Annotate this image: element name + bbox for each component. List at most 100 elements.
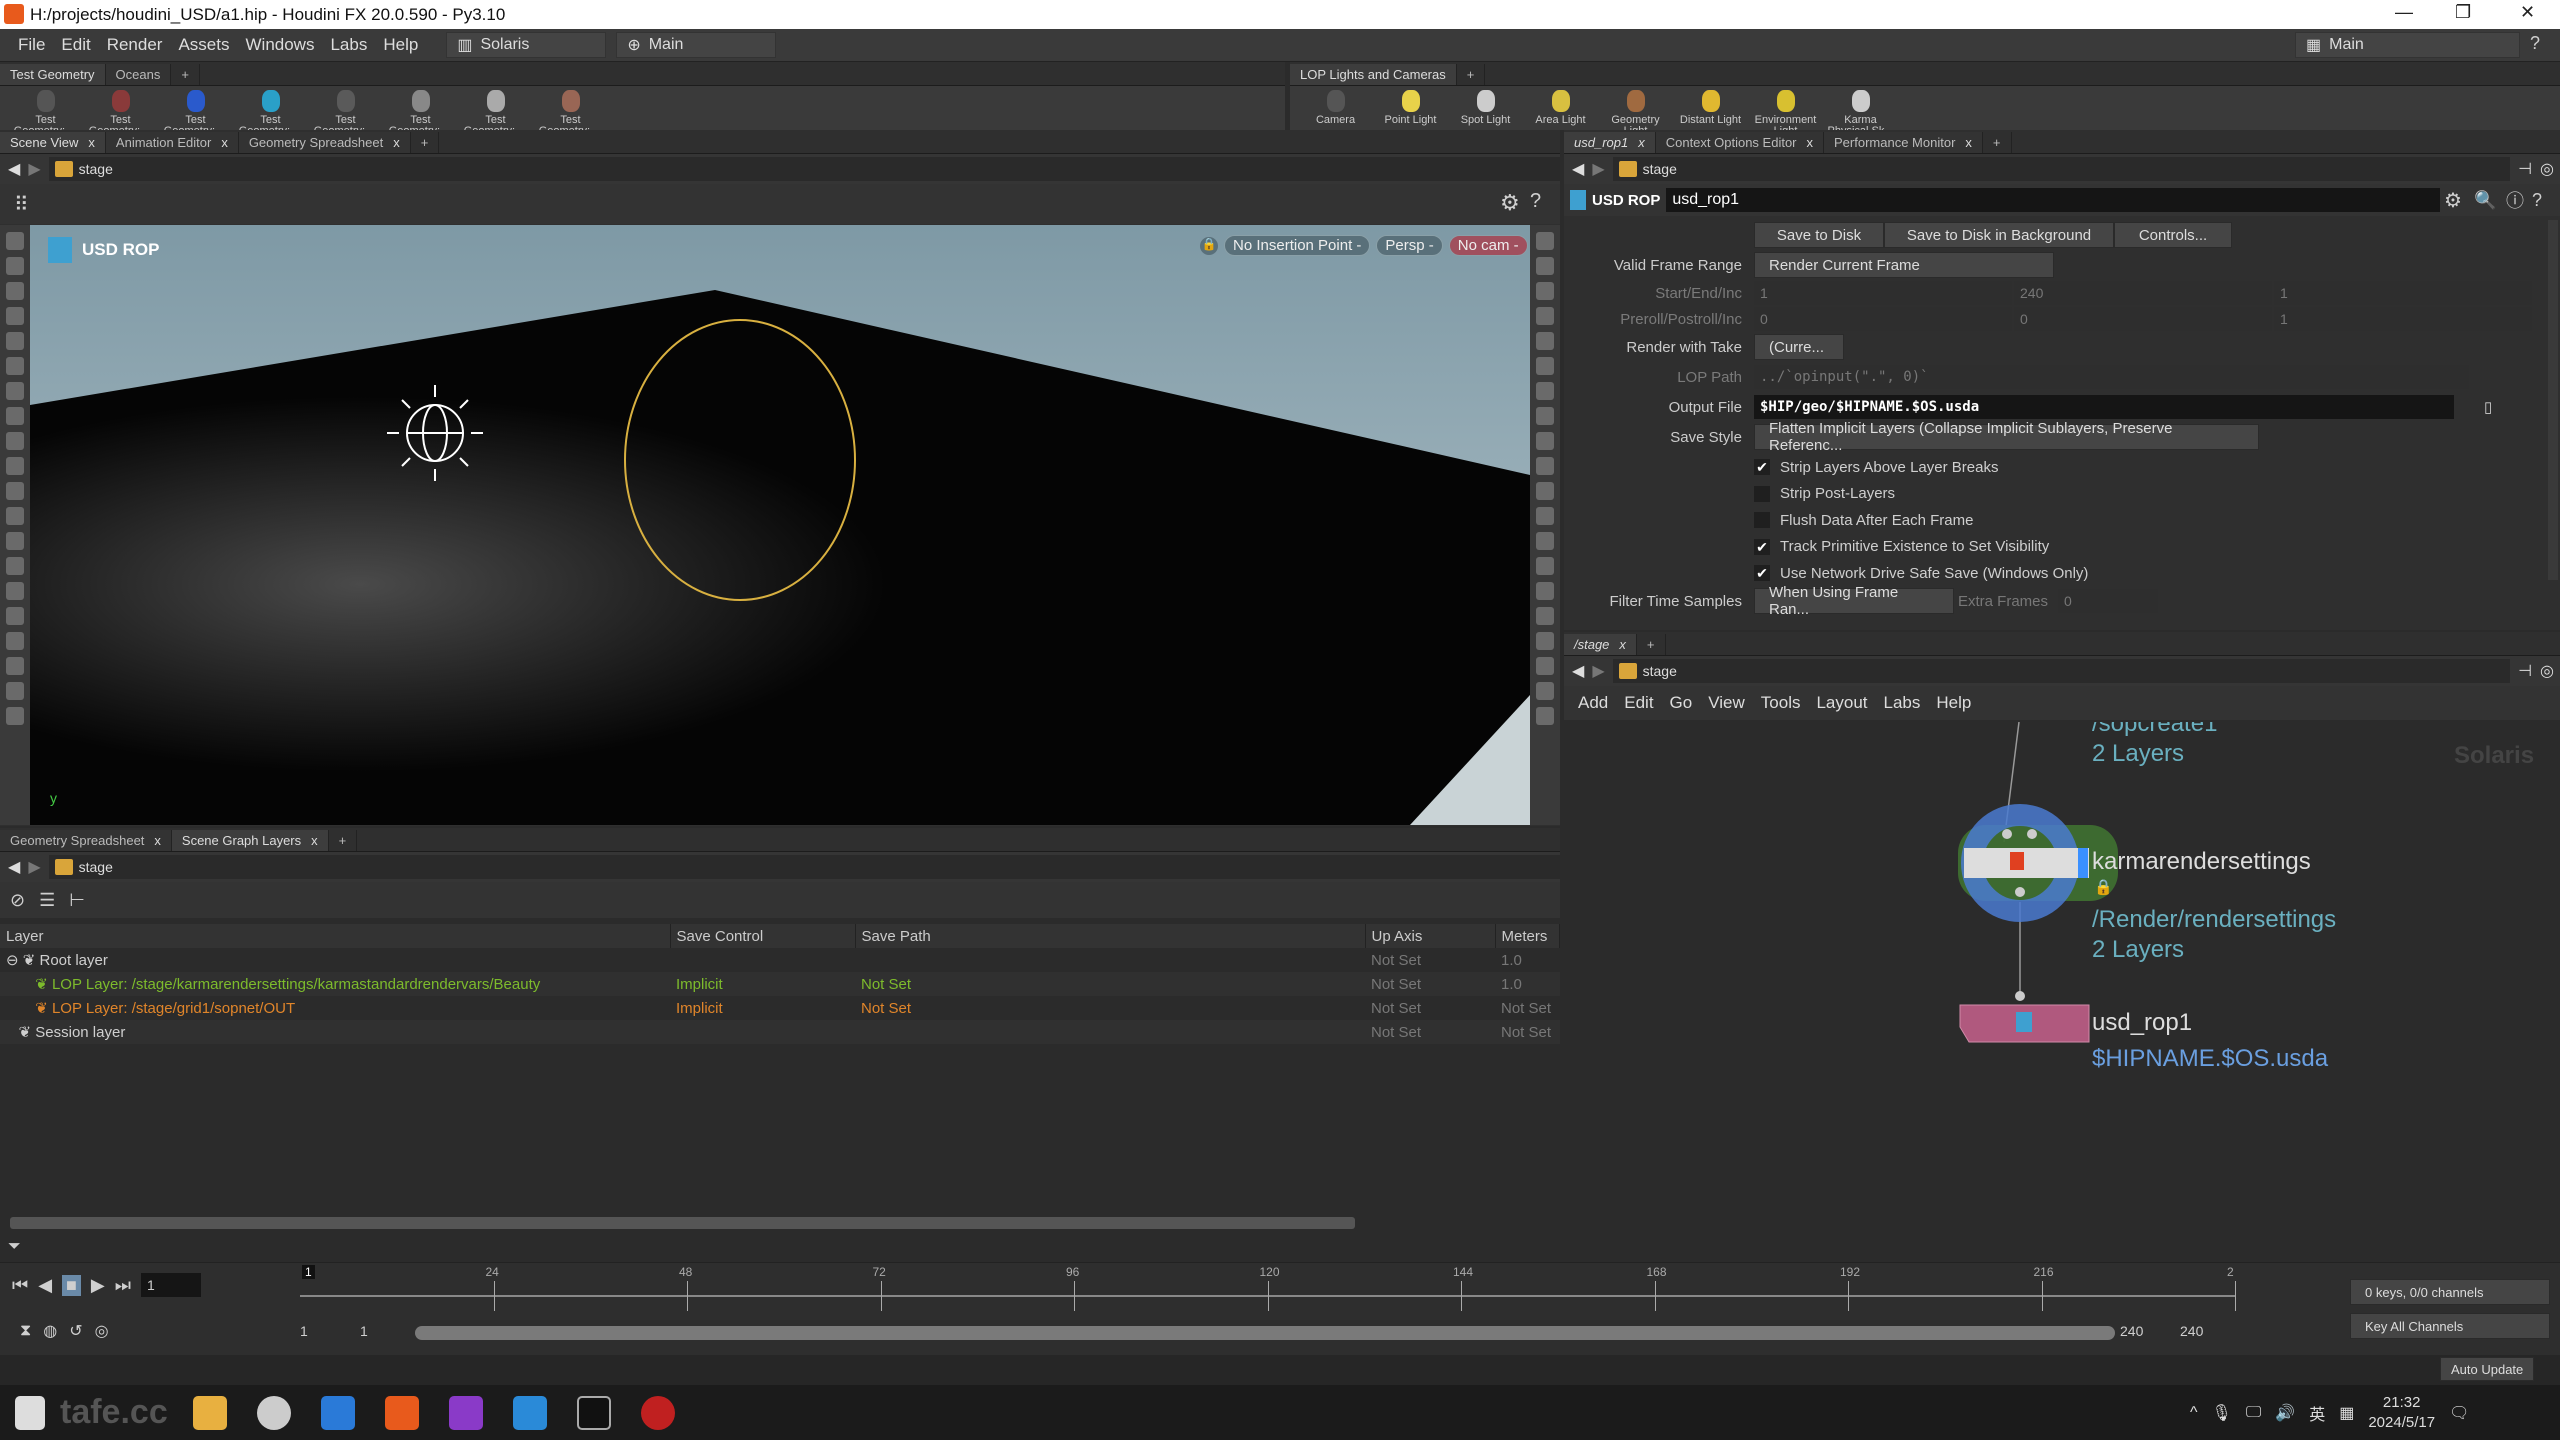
network-canvas[interactable]: Solaris /sopcreate1 2 Layers karmarender… [1564, 722, 2560, 1260]
viewport-tool-icon[interactable] [6, 282, 24, 300]
checkbox-row[interactable]: Flush Data After Each Frame [1564, 507, 2560, 533]
checkbox[interactable] [1754, 512, 1770, 528]
vscode-icon[interactable] [512, 1395, 547, 1430]
menu-file[interactable]: File [18, 35, 45, 55]
desktop-selector[interactable]: ▥ Solaris [446, 32, 607, 58]
shelf-tool[interactable]: Camera [1298, 90, 1373, 126]
tab-scene-view[interactable]: Scene View x [0, 132, 106, 153]
viewport-tool-icon[interactable] [6, 582, 24, 600]
controls-button[interactable]: Controls... [2114, 222, 2232, 248]
insertion-point-menu[interactable]: No Insertion Point - [1224, 235, 1371, 256]
checkbox[interactable] [1754, 485, 1770, 502]
viewport-tool-icon[interactable] [6, 432, 24, 450]
viewport-tool-icon[interactable] [6, 632, 24, 650]
network-menu-labs[interactable]: Labs [1884, 693, 1921, 713]
viewport-tool-icon[interactable] [1536, 382, 1554, 400]
clock-app-icon[interactable] [256, 1395, 291, 1430]
viewport-tool-icon[interactable] [6, 607, 24, 625]
stop-button[interactable]: ■ [62, 1274, 81, 1296]
file-browse-icon[interactable]: ▯ [2484, 398, 2492, 416]
checkbox-row[interactable]: ✔ Use Network Drive Safe Save (Windows On… [1564, 560, 2560, 586]
viewport-tool-icon[interactable] [6, 357, 24, 375]
network-menu-tools[interactable]: Tools [1761, 693, 1801, 713]
keys-channels-button[interactable]: 0 keys, 0/0 channels [2350, 1279, 2550, 1305]
back-icon[interactable]: ◀ [8, 857, 20, 877]
shelf-tool[interactable]: Area Light [1523, 90, 1598, 126]
range-slider[interactable] [415, 1326, 2115, 1340]
viewport-tool-icon[interactable] [6, 382, 24, 400]
add-tab-button[interactable]: + [1637, 634, 1666, 655]
camera-menu[interactable]: No cam - [1448, 235, 1528, 256]
checkbox-row[interactable]: Strip Post-Layers [1564, 481, 2560, 507]
save-to-disk-button[interactable]: Save to Disk [1754, 222, 1884, 248]
lock-icon[interactable]: 🔒 [1200, 236, 1218, 255]
viewport-tool-icon[interactable] [6, 507, 24, 525]
tab-scene-graph-layers[interactable]: Scene Graph Layers x [171, 830, 329, 851]
viewport-tool-icon[interactable] [6, 457, 24, 475]
range-end-field[interactable]: 240 [2120, 1323, 2143, 1339]
audio-icon[interactable]: ◍ [43, 1321, 57, 1341]
viewport-tool-icon[interactable] [1536, 457, 1554, 475]
filter-funnel-icon[interactable]: ⏷ [8, 1238, 21, 1256]
search-icon[interactable]: 🔍 [2474, 190, 2496, 211]
path-field[interactable]: stage [48, 157, 1560, 181]
shelf-tool[interactable]: Point Light [1373, 90, 1448, 126]
viewport-tool-icon[interactable] [1536, 257, 1554, 275]
key-all-channels-button[interactable]: Key All Channels [2350, 1313, 2550, 1339]
column-header-save-path[interactable]: Save Path [855, 924, 1366, 948]
realtime-icon[interactable]: ⧗ [20, 1322, 31, 1340]
viewport-tool-icon[interactable] [6, 332, 24, 350]
shelf-tab-oceans[interactable]: Oceans [105, 64, 172, 85]
info-icon[interactable]: ⓘ [2506, 187, 2524, 213]
column-header-up-axis[interactable]: Up Axis [1365, 924, 1496, 948]
forward-icon[interactable]: ▶ [1592, 661, 1604, 681]
file-explorer-icon[interactable] [192, 1395, 227, 1430]
minimize-button[interactable]: — [2395, 2, 2413, 23]
tab-context-options-editor[interactable]: Context Options Editor x [1655, 132, 1825, 153]
viewport-tool-icon[interactable] [1536, 307, 1554, 325]
terminal-icon[interactable] [576, 1395, 611, 1430]
save-style-menu[interactable]: Flatten Implicit Layers (Collapse Implic… [1754, 420, 2259, 454]
network-menu-layout[interactable]: Layout [1816, 693, 1867, 713]
right-desktop-selector[interactable]: ▦ Main [2295, 32, 2520, 58]
node-name-field[interactable]: usd_rop1 [1666, 188, 2440, 212]
shelf-tool[interactable]: Spot Light [1448, 90, 1523, 126]
viewport-tool-icon[interactable] [1536, 232, 1554, 250]
checkbox[interactable]: ✔ [1754, 538, 1770, 555]
checkbox-row[interactable]: ✔ Track Primitive Existence to Set Visibi… [1564, 534, 2560, 560]
grid-dots-icon[interactable]: ⠿ [14, 192, 29, 217]
viewport-tool-icon[interactable] [6, 257, 24, 275]
valid-frame-range-menu[interactable]: Render Current Frame [1754, 252, 2054, 278]
network-view-selector[interactable]: ⊕ Main [616, 32, 777, 58]
loop-icon[interactable]: ↺ [69, 1321, 82, 1341]
clock[interactable]: 21:32 2024/5/17 [2368, 1393, 2435, 1433]
path-field[interactable]: stage [48, 855, 1560, 879]
forward-icon[interactable]: ▶ [1592, 159, 1604, 179]
add-tab-button[interactable]: + [411, 132, 440, 153]
table-row[interactable]: ❦ LOP Layer: /stage/grid1/sopnet/OUT Impl… [0, 996, 1560, 1020]
horizontal-scrollbar[interactable] [10, 1217, 1355, 1229]
viewport-tool-icon[interactable] [1536, 632, 1554, 650]
viewport[interactable]: USD ROP 🔒 No Insertion Point - Persp - N… [30, 225, 1530, 825]
checkbox[interactable]: ✔ [1754, 565, 1770, 581]
node-label-karmarendersettings[interactable]: karmarendersettings [2092, 848, 2311, 876]
add-tab-button[interactable]: + [1983, 132, 2012, 153]
viewport-tool-icon[interactable] [1536, 557, 1554, 575]
viewport-tool-icon[interactable] [6, 482, 24, 500]
menu-help[interactable]: Help [383, 35, 418, 55]
viewport-tool-icon[interactable] [1536, 332, 1554, 350]
link-icon[interactable]: ◎ [2540, 159, 2554, 179]
menu-edit[interactable]: Edit [61, 35, 90, 55]
add-shelf-tab-button[interactable]: + [1457, 64, 1486, 85]
todo-icon[interactable] [320, 1395, 355, 1430]
volume-icon[interactable]: 🔊 [2275, 1403, 2295, 1423]
node-label-usd-rop1[interactable]: usd_rop1 [2092, 1009, 2192, 1037]
tray-chevron-icon[interactable]: ^ [2190, 1404, 2198, 1422]
link-icon[interactable]: ◎ [2540, 661, 2554, 681]
table-row[interactable]: ❦ Session layer Not Set Not Set [0, 1020, 1560, 1044]
pin-icon[interactable]: ⊣ [2518, 661, 2532, 681]
obs-icon[interactable] [640, 1395, 675, 1430]
notification-icon[interactable]: 🗨 [2449, 1403, 2469, 1423]
back-icon[interactable]: ◀ [8, 159, 20, 179]
play-reverse-button[interactable]: ◀ [38, 1275, 52, 1296]
